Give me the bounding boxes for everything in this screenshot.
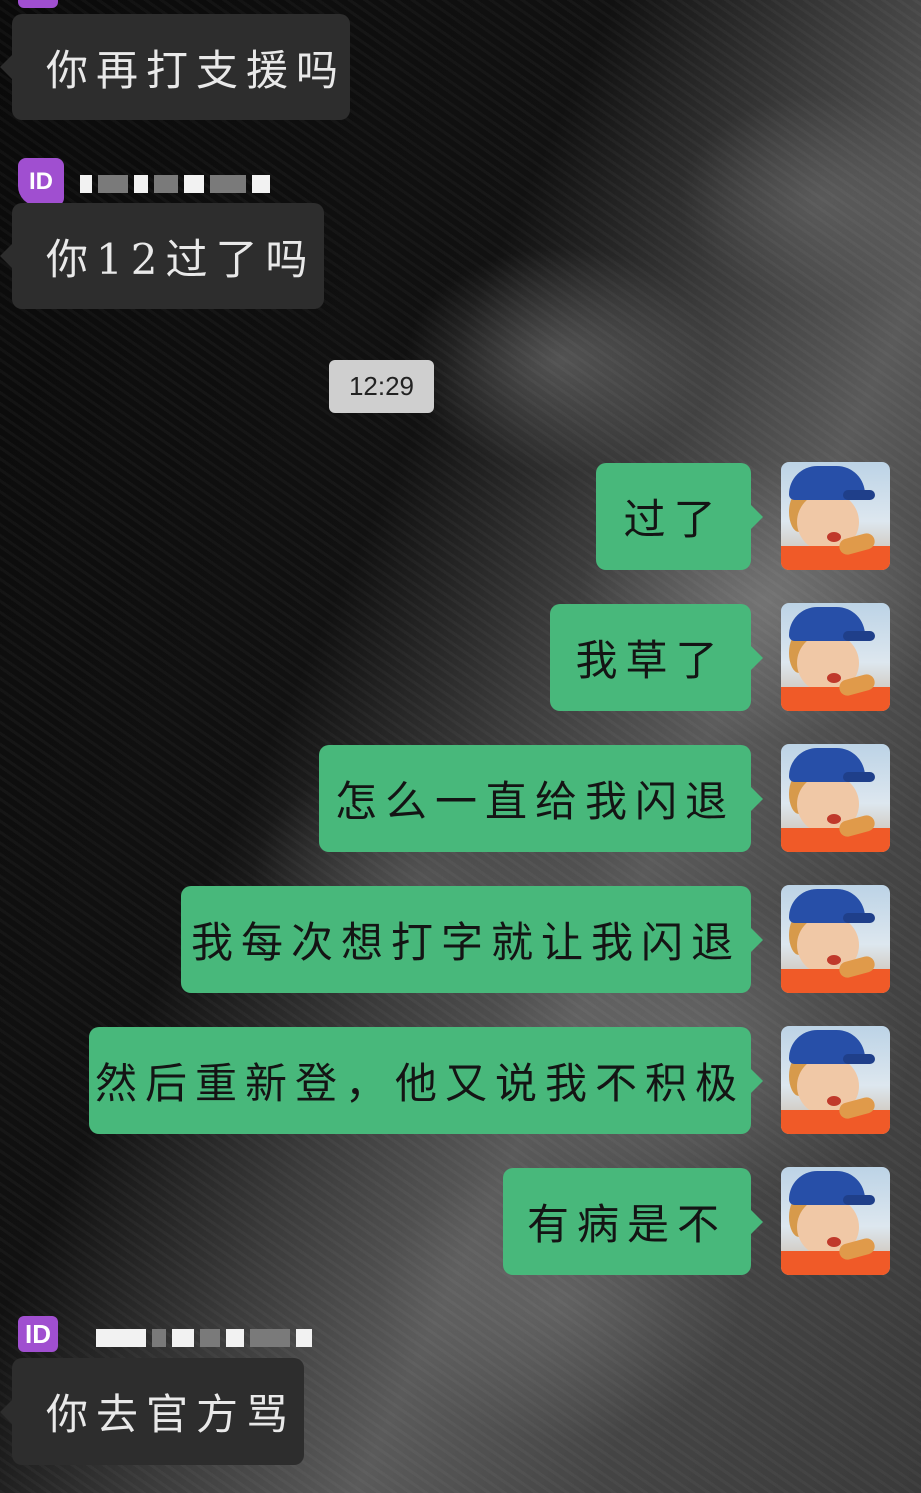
timestamp-badge: 12:29 bbox=[329, 360, 434, 413]
sender-name-redacted bbox=[96, 1328, 312, 1348]
message-text: 你再打支援吗 bbox=[46, 45, 347, 95]
user-avatar[interactable] bbox=[781, 603, 890, 711]
sender-name-redacted bbox=[80, 174, 270, 194]
user-avatar[interactable] bbox=[781, 1026, 890, 1134]
message-bubble-incoming[interactable]: 你去官方骂 bbox=[0, 1358, 304, 1465]
message-bubble-outgoing[interactable]: 我草了 bbox=[550, 604, 763, 711]
sender-id-badge bbox=[18, 0, 58, 8]
message-text: 怎么一直给我闪退 bbox=[334, 777, 735, 826]
message-text: 我草了 bbox=[575, 636, 726, 685]
sender-id-badge-label: ID bbox=[25, 1318, 51, 1349]
user-avatar[interactable] bbox=[781, 744, 890, 852]
message-bubble-outgoing[interactable]: 有病是不 bbox=[503, 1168, 763, 1275]
message-bubble-outgoing[interactable]: 然后重新登，他又说我不积极 bbox=[89, 1027, 763, 1134]
message-text: 你12过了吗 bbox=[46, 234, 316, 284]
message-bubble-outgoing[interactable]: 过了 bbox=[596, 463, 763, 570]
user-avatar[interactable] bbox=[781, 885, 890, 993]
chat-window: 你再打支援吗 ID 你12过了吗 12:29 过了 我草了 怎么一直给我闪退 我… bbox=[0, 0, 921, 1493]
user-avatar[interactable] bbox=[781, 462, 890, 570]
message-bubble-outgoing[interactable]: 我每次想打字就让我闪退 bbox=[181, 886, 763, 993]
message-text: 你去官方骂 bbox=[46, 1390, 297, 1439]
user-avatar[interactable] bbox=[781, 1167, 890, 1275]
sender-id-badge-label: ID bbox=[29, 168, 53, 195]
message-text: 然后重新登，他又说我不积极 bbox=[94, 1059, 745, 1108]
message-text: 过了 bbox=[623, 495, 724, 544]
message-text: 我每次想打字就让我闪退 bbox=[190, 918, 741, 967]
sender-id-badge: ID bbox=[18, 1316, 58, 1352]
message-bubble-outgoing[interactable]: 怎么一直给我闪退 bbox=[319, 745, 763, 852]
message-text: 有病是不 bbox=[526, 1200, 727, 1249]
message-bubble-incoming[interactable]: 你12过了吗 bbox=[0, 203, 324, 309]
message-bubble-incoming[interactable]: 你再打支援吗 bbox=[0, 14, 350, 120]
sender-id-badge: ID bbox=[18, 158, 64, 206]
